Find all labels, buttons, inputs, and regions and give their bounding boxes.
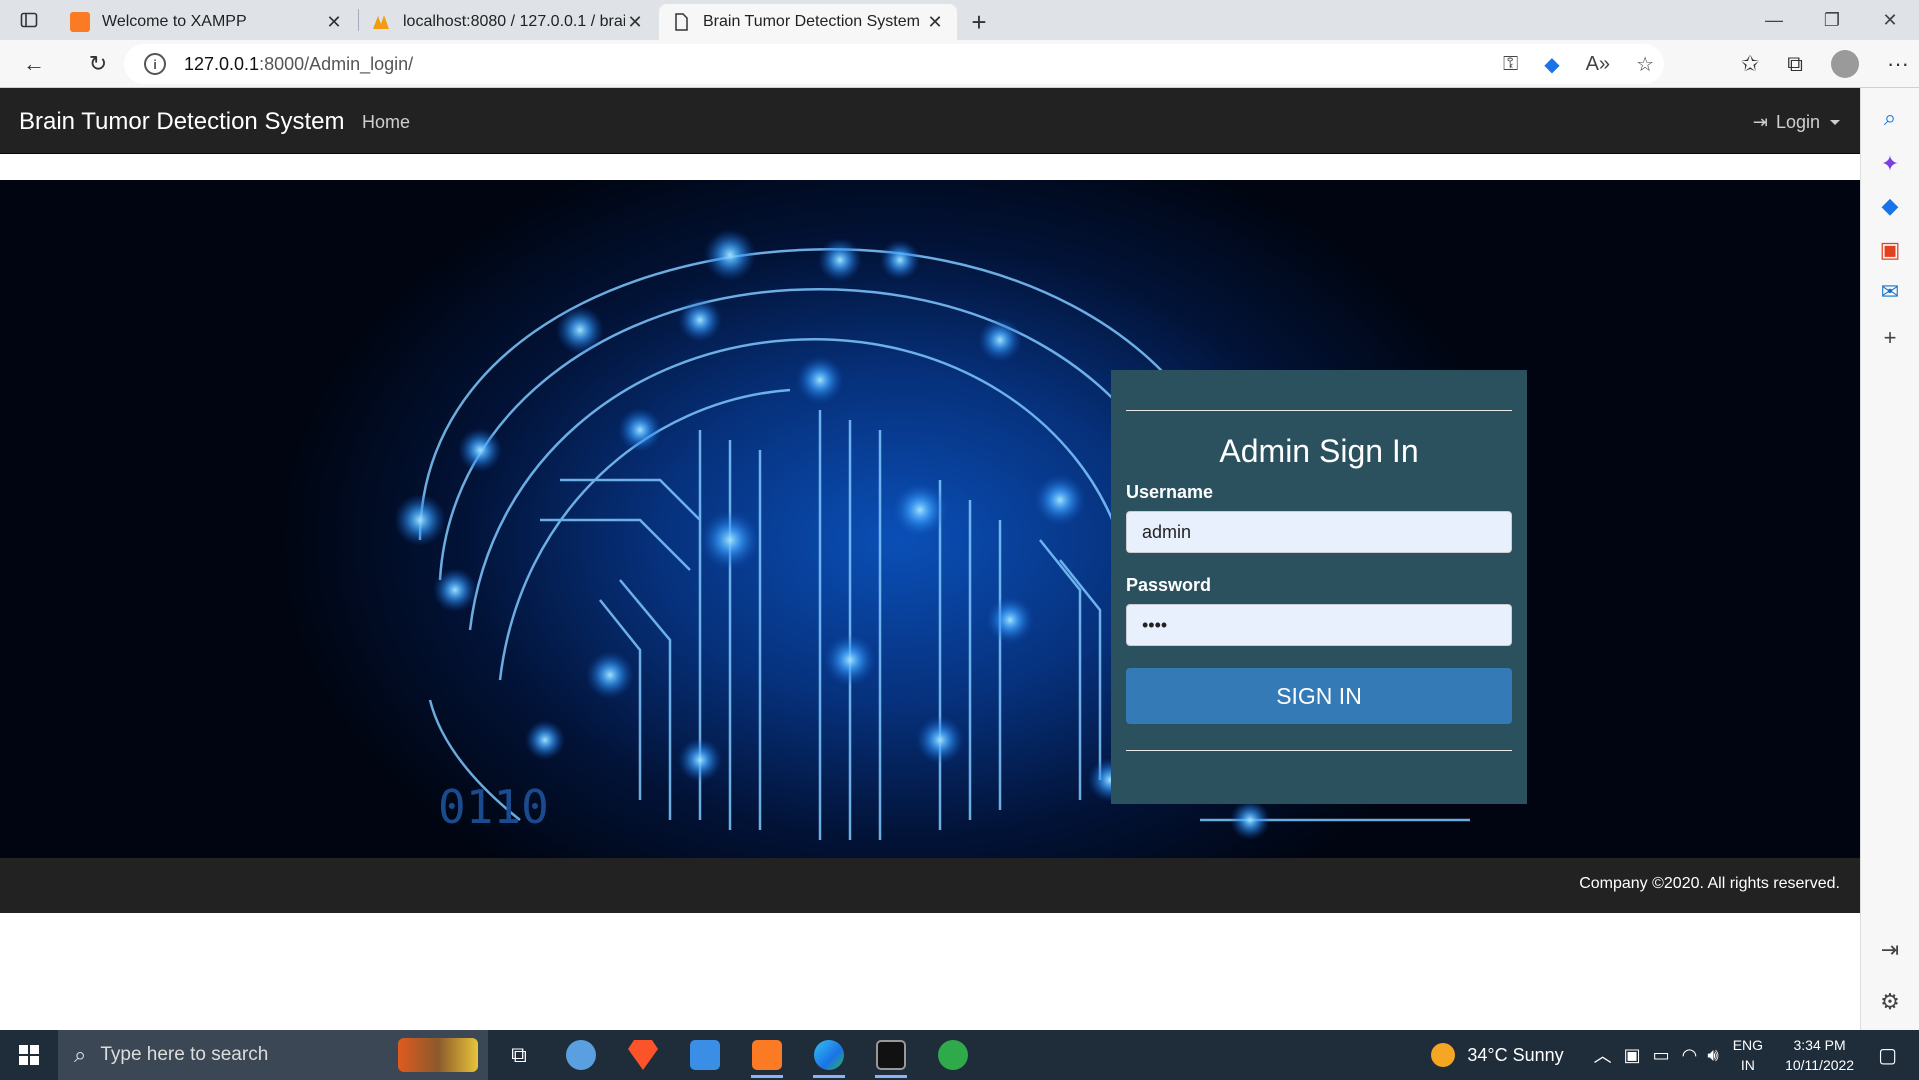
edge-sidebar: ⌕ ✦ ◆ ▣ ✉ + ⇥ ⚙ <box>1860 88 1919 1030</box>
phpmyadmin-icon <box>371 12 391 32</box>
page-icon <box>671 12 691 32</box>
address-toolbar: ← ↻ i 127.0.0.1:8000/Admin_login/ ⚿ ◆ A»… <box>0 40 1919 88</box>
wifi-icon[interactable]: ◠ <box>1682 1045 1698 1066</box>
admin-login-panel: Admin Sign In Username admin Password ••… <box>1111 370 1527 804</box>
login-label: Login <box>1775 112 1820 132</box>
meet-now-icon[interactable]: ▣ <box>1624 1045 1641 1066</box>
circuit-brain-image <box>394 229 1480 840</box>
caret-down-icon <box>1830 120 1840 125</box>
window-controls: — ❐ ✕ <box>1745 0 1919 40</box>
show-hidden-icons-icon[interactable]: ︿ <box>1594 1042 1612 1068</box>
xampp-icon[interactable] <box>736 1030 798 1080</box>
minimize-icon[interactable]: — <box>1745 0 1803 40</box>
url-host: 127.0.0.1 <box>184 53 260 74</box>
divider <box>1126 410 1512 411</box>
site-info-icon[interactable]: i <box>144 53 166 75</box>
tab-title: Brain Tumor Detection System <box>703 13 920 30</box>
office-icon[interactable]: ▣ <box>1876 236 1904 264</box>
language-indicator[interactable]: ENG IN <box>1733 1035 1763 1075</box>
favorites-icon[interactable]: ✩ <box>1741 51 1759 77</box>
login-dropdown[interactable]: ⇥ Login <box>1753 112 1840 133</box>
file-explorer-icon[interactable] <box>674 1030 736 1080</box>
shopping-tag-icon[interactable]: ◆ <box>1544 52 1559 77</box>
divider <box>1126 750 1512 751</box>
close-tab-icon[interactable]: ✕ <box>925 12 945 33</box>
username-label: Username <box>1126 482 1214 502</box>
weather-sun-icon[interactable] <box>1431 1043 1456 1067</box>
add-favorite-icon[interactable]: ☆ <box>1636 52 1654 77</box>
terminal-icon[interactable] <box>860 1030 922 1080</box>
tab-phpmyadmin[interactable]: localhost:8080 / 127.0.0.1 / brain ✕ <box>359 4 657 40</box>
key-icon[interactable]: ⚿ <box>1503 53 1518 76</box>
region-code: IN <box>1740 1057 1755 1073</box>
profile-avatar[interactable] <box>1831 50 1860 78</box>
taskbar-search[interactable]: ⌕ Type here to search <box>58 1030 488 1080</box>
notifications-icon[interactable]: ▢ <box>1878 1043 1897 1068</box>
xampp-icon <box>70 12 90 32</box>
tab-xampp[interactable]: Welcome to XAMPP ✕ <box>58 4 356 40</box>
search-icon: ⌕ <box>74 1042 87 1067</box>
settings-icon[interactable]: ⚙ <box>1876 988 1904 1016</box>
language-code: ENG <box>1732 1037 1764 1053</box>
task-view-icon[interactable]: ⧉ <box>488 1030 550 1080</box>
login-icon: ⇥ <box>1752 112 1768 132</box>
password-label: Password <box>1126 575 1212 595</box>
add-icon[interactable]: + <box>1876 324 1904 352</box>
hero-banner: 0110 Admin Sign In Username admin Passwo… <box>0 180 1860 858</box>
browser-tab-bar: Welcome to XAMPP ✕ localhost:8080 / 127.… <box>0 0 1919 40</box>
sign-in-button[interactable]: SIGN IN <box>1126 668 1512 724</box>
shopping-icon[interactable]: ◆ <box>1876 192 1904 220</box>
clock[interactable]: 3:34 PM 10/11/2022 <box>1785 1035 1854 1075</box>
brave-browser-icon[interactable] <box>612 1030 674 1080</box>
volume-icon[interactable]: 🔊︎ <box>1707 1045 1718 1066</box>
copilot-icon[interactable]: ✦ <box>1876 150 1904 178</box>
update-app-icon[interactable] <box>922 1030 984 1080</box>
login-title: Admin Sign In <box>1219 433 1419 469</box>
tab-actions-icon[interactable] <box>0 0 58 40</box>
refresh-icon[interactable]: ↻ <box>76 44 120 84</box>
battery-icon[interactable]: ▭ <box>1653 1045 1670 1066</box>
binary-digits: 0110 <box>438 780 549 834</box>
clock-date: 10/11/2022 <box>1785 1057 1855 1073</box>
close-tab-icon[interactable]: ✕ <box>625 12 645 33</box>
site-brand[interactable]: Brain Tumor Detection System <box>19 108 344 136</box>
clock-time: 3:34 PM <box>1793 1037 1846 1053</box>
close-tab-icon[interactable]: ✕ <box>324 12 344 33</box>
collections-icon[interactable]: ⧉ <box>1787 51 1803 77</box>
tab-title: Welcome to XAMPP <box>102 13 247 30</box>
tab-brain-tumor[interactable]: Brain Tumor Detection System ✕ <box>659 4 957 40</box>
system-tray: 34°C Sunny ︿ ▣ ▭ ◠ 🔊︎ ENG IN 3:34 PM 10/… <box>1431 1030 1919 1080</box>
copyright-text: Company ©2020. All rights reserved. <box>1579 875 1840 892</box>
outlook-icon[interactable]: ✉ <box>1876 278 1904 306</box>
username-input[interactable]: admin <box>1126 511 1512 553</box>
url-path: :8000/Admin_login/ <box>259 53 414 74</box>
snipping-tool-icon[interactable] <box>550 1030 612 1080</box>
site-navbar: Brain Tumor Detection System Home ⇥ Logi… <box>0 88 1860 154</box>
address-bar-icons: ⚿ ◆ A» ☆ <box>1503 44 1654 84</box>
address-bar[interactable]: i 127.0.0.1:8000/Admin_login/ ⚿ ◆ A» ☆ <box>124 44 1664 84</box>
nav-home-link[interactable]: Home <box>362 112 410 133</box>
search-highlight-icon <box>398 1038 478 1072</box>
close-window-icon[interactable]: ✕ <box>1861 0 1919 40</box>
read-aloud-icon[interactable]: A» <box>1586 53 1610 76</box>
new-tab-icon[interactable]: + <box>959 4 999 40</box>
site-footer: Company ©2020. All rights reserved. <box>0 858 1860 913</box>
more-menu-icon[interactable]: ··· <box>1887 51 1909 77</box>
search-icon[interactable]: ⌕ <box>1876 104 1904 132</box>
back-icon[interactable]: ← <box>12 44 56 84</box>
search-placeholder: Type here to search <box>100 1044 269 1065</box>
hide-sidebar-icon[interactable]: ⇥ <box>1876 936 1904 964</box>
edge-browser-icon[interactable] <box>798 1030 860 1080</box>
weather-text[interactable]: 34°C Sunny <box>1467 1045 1563 1066</box>
password-input[interactable]: •••• <box>1126 604 1512 646</box>
restore-icon[interactable]: ❐ <box>1803 0 1861 40</box>
windows-taskbar: ⌕ Type here to search ⧉ 34°C Sunny ︿ ▣ ▭… <box>0 1030 1919 1080</box>
windows-start-icon[interactable] <box>0 1030 58 1080</box>
tab-title: localhost:8080 / 127.0.0.1 / brain <box>403 13 625 30</box>
web-page: Brain Tumor Detection System Home ⇥ Logi… <box>0 88 1860 1030</box>
browser-tools: ✩ ⧉ ··· <box>1741 40 1909 88</box>
